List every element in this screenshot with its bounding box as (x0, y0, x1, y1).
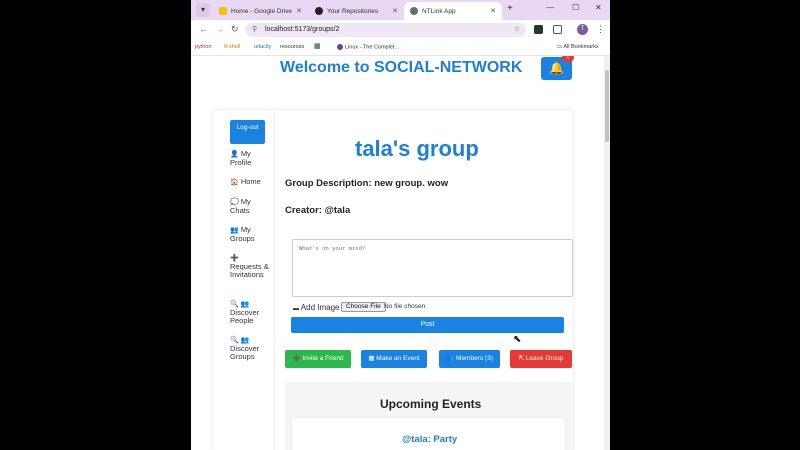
sidebar-item-groups[interactable]: 👥 My Groups (230, 226, 270, 243)
forward-icon[interactable]: → (215, 24, 224, 34)
bookmarks-bar: python 0-shell udacity resources ▦ Linux… (191, 40, 610, 56)
new-tab-button[interactable]: + (507, 3, 513, 14)
file-status: No file chosen (384, 303, 426, 310)
tab-label: Your Repositories (327, 7, 379, 15)
post-button[interactable]: Post (291, 317, 564, 333)
minimize-icon[interactable]: — (546, 3, 554, 12)
address-bar[interactable]: ⚲ localhost:5173/groups/2 ☆ (245, 23, 526, 37)
scrollbar-thumb[interactable] (605, 70, 609, 142)
url-text: localhost:5173/groups/2 (265, 26, 340, 33)
people-icon: 👥 (446, 355, 457, 362)
mouse-cursor-icon: ⬉ (513, 334, 522, 345)
search-people-icon: 🔍 👥 (230, 301, 250, 308)
bookmark-linux-label: Linux - The Complet... (345, 44, 400, 51)
page-scrollbar[interactable] (604, 56, 610, 450)
tab-google-drive[interactable]: Home - Google Drive ✕ (213, 2, 308, 20)
chat-bubble-icon: 💭 (230, 199, 239, 206)
sidebar-item-discover-groups[interactable]: 🔍 👥 Discover Groups (230, 336, 270, 361)
bookmark-linux[interactable]: Linux - The Complet... (337, 44, 399, 50)
search-groups-icon: 🔍 👥 (230, 337, 250, 344)
post-textarea[interactable]: What's on your mind? (292, 239, 573, 297)
browser-menu-icon[interactable]: ⋮ (596, 24, 605, 35)
group-card: Log-out 👤 My Profile 🏠 Home 💭 My Chats 👥… (213, 110, 573, 450)
close-tab-icon[interactable]: ✕ (490, 7, 496, 15)
bookmark-resources[interactable]: resources (280, 44, 304, 50)
extensions-puzzle-icon[interactable] (553, 25, 562, 34)
add-user-icon: ➕ (292, 355, 303, 362)
upcoming-events-section: Upcoming Events @tala: Party (285, 382, 573, 450)
tab-label: Home - Google Drive (231, 7, 293, 15)
choose-file-button[interactable]: Choose File (341, 302, 386, 312)
reload-icon[interactable]: ↻ (231, 24, 239, 35)
google-drive-icon (219, 7, 227, 15)
close-window-icon[interactable]: ✕ (595, 3, 602, 12)
notification-badge: 1 (562, 56, 574, 62)
globe-icon (410, 7, 418, 15)
add-image-text: Add Image (300, 303, 340, 312)
events-title: Upcoming Events (380, 397, 482, 411)
invite-friend-button[interactable]: ➕ Invite a Friend (285, 350, 351, 368)
maximize-icon[interactable]: ☐ (572, 3, 579, 12)
plus-icon: ➕ (230, 255, 239, 262)
browser-toolbar: ← → ↻ ⚲ localhost:5173/groups/2 ☆ T ⋮ (191, 20, 610, 40)
people-icon: 👥 (230, 227, 239, 234)
event-card[interactable]: @tala: Party (292, 418, 565, 450)
tab-label: NTLink App (422, 7, 456, 15)
bookmark-python[interactable]: python (195, 44, 212, 50)
group-title: tala's group (355, 136, 479, 161)
linux-icon (337, 44, 343, 50)
leave-group-button[interactable]: ⇱ Leave Group (510, 350, 572, 368)
site-title: Welcome to SOCIAL-NETWORK (280, 59, 523, 76)
exit-icon: ⇱ (518, 355, 526, 362)
extension-icon[interactable] (534, 25, 543, 34)
group-description: Group Description: new group. wow (285, 178, 449, 189)
sidebar-item-label: Discover Groups (230, 344, 260, 361)
bookmark-star-icon[interactable]: ☆ (514, 23, 520, 37)
leave-label: Leave Group (525, 355, 564, 362)
back-icon[interactable]: ← (199, 24, 208, 34)
sidebar-item-discover-people[interactable]: 🔍 👥 Discover People (230, 300, 270, 325)
bell-icon: 🔔 (549, 61, 564, 75)
make-event-button[interactable]: ▦ Make an Event (361, 350, 427, 368)
logout-button[interactable]: Log-out (230, 120, 265, 144)
tab-ntlink[interactable]: NTLink App ✕ (404, 2, 502, 20)
event-name: @tala: Party (402, 434, 458, 445)
add-image-label: ▬ Add Image (293, 303, 339, 312)
image-icon: ▬ (293, 306, 299, 312)
event-label: Make an Event (376, 355, 420, 362)
page-content: Welcome to SOCIAL-NETWORK 🔔 1 Log-out 👤 … (191, 56, 604, 450)
close-tab-icon[interactable]: ✕ (296, 7, 302, 15)
close-tab-icon[interactable]: ✕ (392, 7, 398, 15)
sidebar-item-label: Requests & Invitations (230, 262, 269, 279)
members-label: Members (3) (456, 355, 493, 362)
tab-repositories[interactable]: Your Repositories ✕ (309, 2, 404, 20)
apps-grid-icon[interactable]: ▦ (314, 42, 321, 50)
all-bookmarks-label: All Bookmarks (563, 44, 599, 50)
all-bookmarks[interactable]: ▭ All Bookmarks (557, 44, 599, 50)
members-button[interactable]: 👥 Members (3) (439, 350, 500, 368)
tab-strip: ▾ Home - Google Drive ✕ Your Repositorie… (191, 0, 610, 20)
house-icon: 🏠 (230, 179, 239, 186)
sidebar-item-label: Home (240, 177, 261, 186)
site-info-icon[interactable]: ⚲ (252, 23, 257, 37)
profile-avatar[interactable]: T (577, 24, 588, 35)
sidebar-item-requests[interactable]: ➕ Requests & Invitations (230, 254, 270, 279)
github-icon (315, 7, 323, 15)
tab-search-button[interactable]: ▾ (196, 3, 210, 17)
sidebar-item-label: Discover People (230, 308, 260, 325)
sidebar: Log-out 👤 My Profile 🏠 Home 💭 My Chats 👥… (213, 110, 275, 450)
invite-label: Invite a Friend (302, 355, 344, 362)
group-creator: Creator: @tala (285, 205, 351, 216)
sidebar-item-home[interactable]: 🏠 Home (230, 178, 270, 187)
sidebar-item-chats[interactable]: 💭 My Chats (230, 198, 270, 215)
bookmark-udacity[interactable]: udacity (254, 44, 271, 50)
sidebar-item-profile[interactable]: 👤 My Profile (230, 150, 270, 167)
browser-window: ▾ Home - Google Drive ✕ Your Repositorie… (191, 0, 610, 450)
bookmark-0-shell[interactable]: 0-shell (224, 44, 240, 50)
user-icon: 👤 (230, 151, 239, 158)
